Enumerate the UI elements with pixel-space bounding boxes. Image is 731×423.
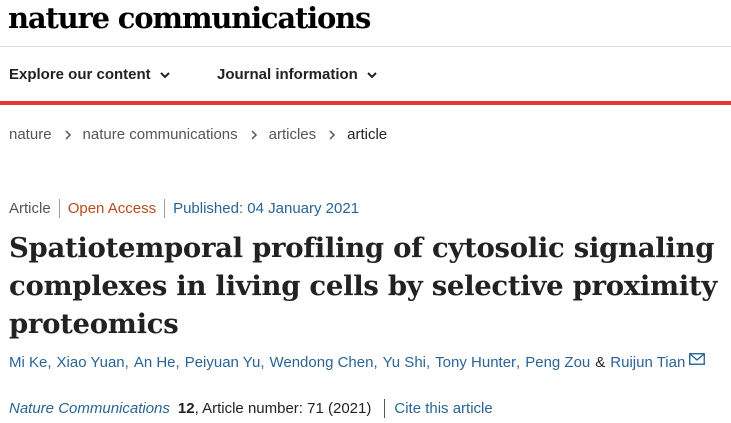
citation-line: Nature Communications 12 , Article numbe… [9,399,493,418]
article-type: Article [9,200,51,217]
mail-icon[interactable] [689,352,706,365]
author-link[interactable]: Peiyuan Yu [185,354,261,371]
cite-this-article-link[interactable]: Cite this article [394,400,492,417]
author-link-corresponding[interactable]: Ruijun Tian [610,354,685,371]
chevron-right-icon [251,129,257,140]
chevron-right-icon [329,129,336,140]
author-link[interactable]: Wendong Chen [269,354,373,371]
author-separator: , [47,354,52,371]
article-title-line: complexes in living cells by selective p… [9,270,717,302]
article-meta: Article Open Access Published: 04 Januar… [9,199,359,218]
author-list: Mi Ke, Xiao Yuan, An He, Peiyuan Yu, Wen… [9,352,706,371]
author-separator: , [516,354,521,371]
chevron-down-icon [159,71,170,78]
author-link[interactable]: Yu Shi [383,354,426,371]
nav-explore-label: Explore our content [9,66,151,83]
author-separator: , [373,354,378,371]
nav-explore-content[interactable]: Explore our content [9,47,171,102]
article-number: , Article number: 71 (2021) [194,400,372,417]
breadcrumb: nature nature communications articles ar… [9,126,387,143]
breadcrumb-item-nature[interactable]: nature [9,126,52,143]
author-separator: , [426,354,431,371]
nav-journal-label: Journal information [217,66,358,83]
breadcrumb-item-nature-communications[interactable]: nature communications [83,126,238,143]
author-link[interactable]: Xiao Yuan [57,354,125,371]
author-ampersand: & [595,354,606,371]
chevron-down-icon [367,71,377,78]
chevron-right-icon [65,129,71,140]
site-logo[interactable]: nature communications [8,0,371,36]
volume-number: 12 [177,400,195,417]
meta-divider [58,199,60,218]
published-date: Published: 04 January 2021 [173,200,360,217]
author-link[interactable]: Peng Zou [525,354,590,371]
breadcrumb-item-article: article [347,126,388,143]
journal-link[interactable]: Nature Communications [9,400,170,417]
main-nav: Explore our content Journal information [0,47,731,102]
author-separator: , [124,354,129,371]
citation-divider [384,399,386,418]
author-separator: , [260,354,265,371]
author-link[interactable]: Tony Hunter [435,354,516,371]
article-title: Spatiotemporal profiling of cytosolic si… [9,229,724,343]
open-access-label: Open Access [67,200,157,217]
article-title-line: Spatiotemporal profiling of cytosolic si… [9,232,715,264]
breadcrumb-item-articles[interactable]: articles [269,126,317,143]
nav-journal-information[interactable]: Journal information [217,47,378,102]
author-separator: , [175,354,180,371]
site-header: nature communications [0,0,731,47]
article-title-line: proteomics [9,308,179,340]
author-link[interactable]: Mi Ke [9,354,47,371]
meta-divider [164,199,166,218]
nav-accent-rule [0,101,731,105]
author-link[interactable]: An He [134,354,176,371]
